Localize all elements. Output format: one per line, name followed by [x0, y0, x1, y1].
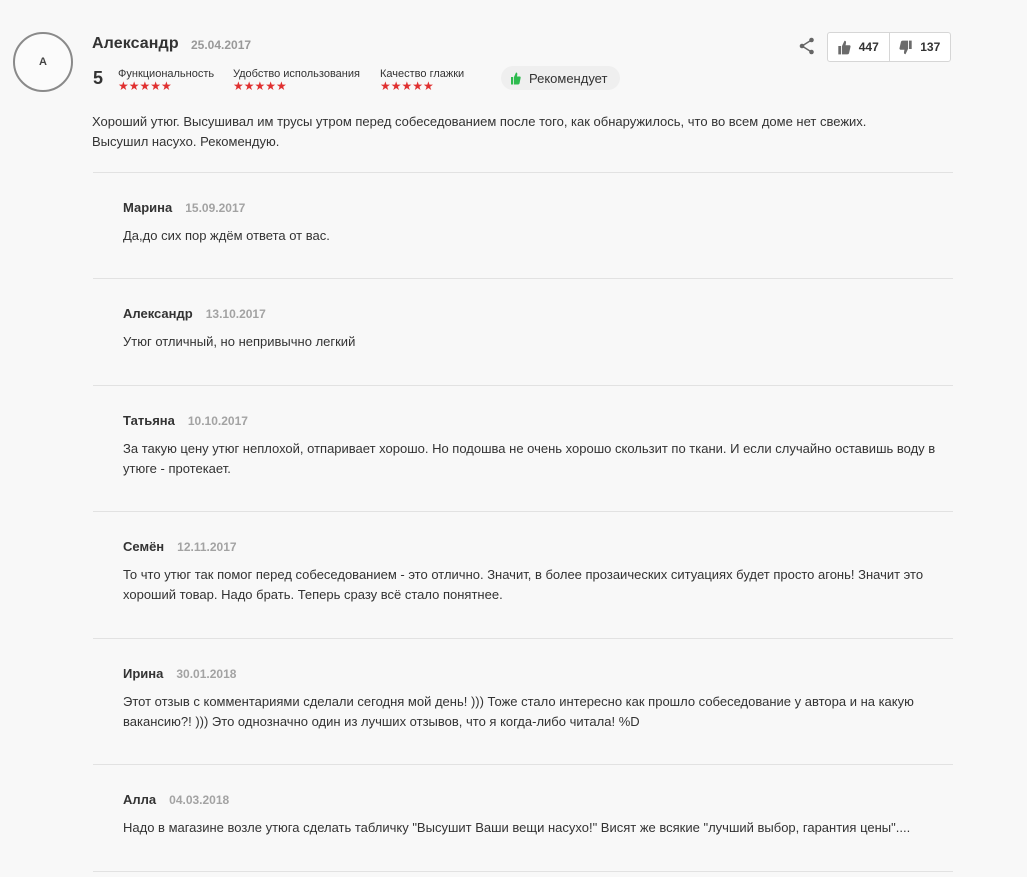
comment-date: 10.10.2017 [187, 414, 248, 428]
comment-author[interactable]: Семён [123, 539, 164, 554]
comment-text: Утюг отличный, но непривычно легкий [123, 334, 356, 349]
criterion-stars: ★★★★★ [233, 79, 287, 93]
comment-date: 12.11.2017 [177, 540, 237, 554]
comment-date: 04.03.2018 [169, 793, 230, 807]
like-count: 447 [858, 40, 879, 54]
criterion-functionality: Функциональность ★★★★★ [118, 68, 214, 92]
comment-author[interactable]: Алла [123, 792, 156, 807]
vote-box: 447 137 [827, 32, 951, 62]
like-button[interactable]: 447 [828, 33, 889, 61]
dislike-button[interactable]: 137 [888, 33, 951, 61]
share-icon[interactable] [799, 37, 815, 55]
comment-item: Ирина 30.01.2018 Этот отзыв с комментари… [93, 638, 953, 764]
comment-date: 30.01.2018 [176, 667, 237, 681]
criterion-usability: Удобство использования ★★★★★ [233, 68, 360, 92]
comment-author[interactable]: Татьяна [123, 413, 175, 428]
criterion-stars: ★★★★★ [118, 79, 172, 93]
criterion-ironing-quality: Качество глажки ★★★★★ [380, 68, 464, 92]
comment-author[interactable]: Ирина [123, 666, 163, 681]
review-author-name[interactable]: Александр [92, 35, 179, 53]
comment-item: Семён 12.11.2017 То что утюг так помог п… [93, 511, 953, 638]
comment-item: Александр 13.10.2017 Утюг отличный, но н… [93, 278, 953, 385]
comment-author[interactable]: Марина [123, 200, 172, 215]
comment-item: Марина 15.09.2017 Да,до сих пор ждём отв… [93, 172, 953, 278]
comments-list: Марина 15.09.2017 Да,до сих пор ждём отв… [93, 172, 953, 872]
comment-item: Татьяна 10.10.2017 За такую цену утюг не… [93, 385, 953, 511]
comment-author[interactable]: Александр [123, 306, 193, 321]
comment-date: 15.09.2017 [185, 201, 246, 215]
thumbs-down-icon [899, 40, 912, 54]
review-text: Хороший утюг. Высушивал им трусы утром п… [92, 114, 867, 149]
comment-text: То что утюг так помог перед собеседовани… [123, 567, 924, 602]
comment-item: Алла 04.03.2018 Надо в магазине возле ут… [93, 764, 953, 872]
comment-text: Да,до сих пор ждём ответа от вас. [123, 228, 330, 243]
comment-text: Этот отзыв с комментариями сделали сегод… [123, 694, 914, 729]
overall-rating: 5 [93, 68, 104, 88]
comment-text: За такую цену утюг неплохой, отпаривает … [123, 441, 936, 476]
criterion-stars: ★★★★★ [380, 79, 434, 93]
dislike-count: 137 [920, 40, 941, 54]
thumbs-up-icon [838, 40, 851, 54]
comment-date: 13.10.2017 [205, 307, 266, 321]
avatar-letter: А [39, 56, 47, 68]
review-date: 25.04.2017 [191, 38, 252, 52]
recommend-badge: Рекомендует [501, 66, 621, 90]
author-avatar: А [13, 32, 73, 92]
thumbs-up-icon [511, 72, 521, 84]
comment-text: Надо в магазине возле утюга сделать табл… [123, 820, 911, 835]
recommend-label: Рекомендует [529, 70, 608, 86]
